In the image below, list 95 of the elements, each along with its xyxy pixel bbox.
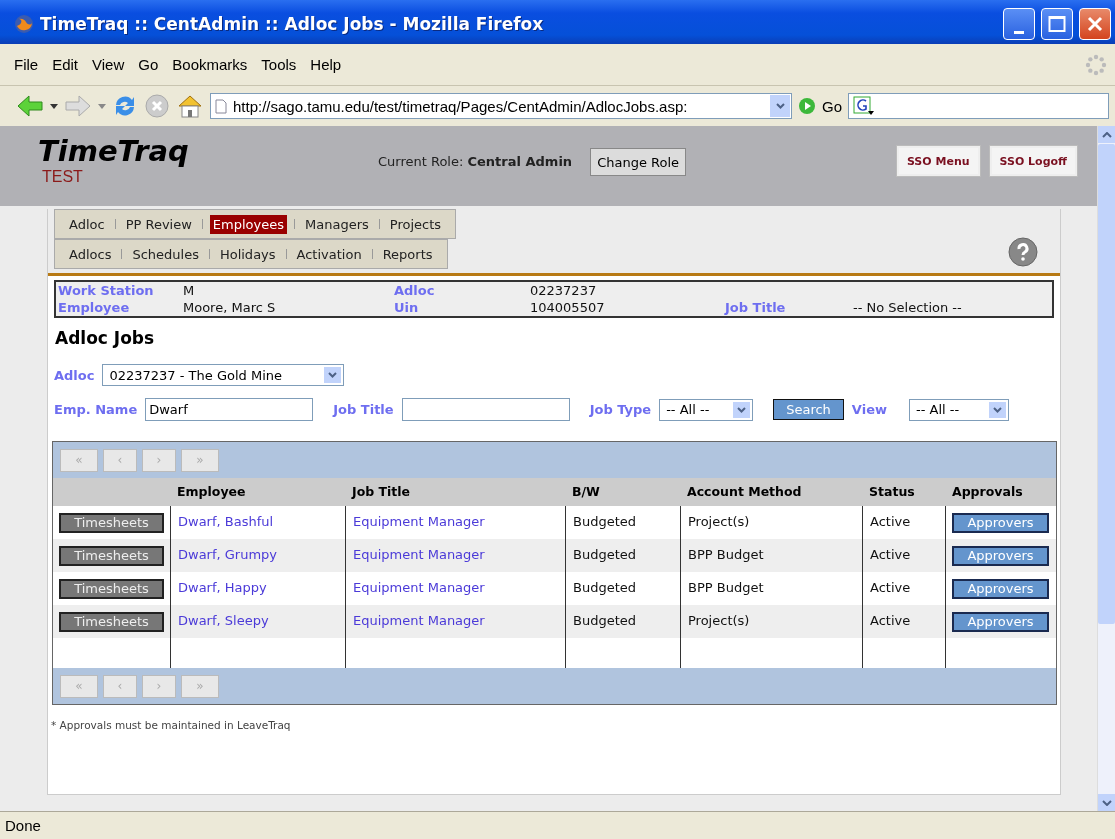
employee-link[interactable]: Dwarf, Grumpy — [170, 539, 345, 572]
timesheets-button[interactable]: Timesheets — [59, 545, 164, 566]
caret-icon — [775, 103, 785, 109]
info-label: Work Station — [58, 283, 155, 298]
menu-item[interactable]: Tools — [255, 56, 305, 73]
nav-tab[interactable]: Schedules — [129, 244, 202, 264]
job-title-link[interactable]: Equipment Manager — [345, 605, 565, 638]
app-logo: TimeTraq — [38, 134, 190, 168]
caret-icon — [737, 406, 747, 413]
footnote: * Approvals must be maintained in LeaveTraq — [51, 719, 292, 731]
maximize-icon — [1048, 15, 1066, 33]
go-icon[interactable] — [798, 97, 816, 115]
close-icon — [1086, 15, 1104, 33]
info-label: Adloc — [394, 283, 436, 298]
maximize-button[interactable] — [1041, 8, 1073, 40]
view-select[interactable]: -- All -- — [908, 398, 1009, 421]
emp-name-field[interactable]: Dwarf — [145, 398, 314, 421]
column-header: Status — [862, 478, 945, 506]
job-type-select[interactable]: -- All -- — [659, 398, 754, 421]
field-label: View — [851, 402, 887, 417]
table-cell: Budgeted — [565, 605, 680, 638]
menu-item[interactable]: Go — [132, 56, 167, 73]
menu-item[interactable]: Help — [304, 56, 350, 73]
dropdown-button[interactable] — [770, 95, 790, 117]
home-icon[interactable] — [176, 93, 204, 119]
scroll-thumb[interactable] — [1098, 144, 1115, 624]
info-value: M — [183, 283, 196, 298]
sso-button[interactable]: SSO Menu — [896, 146, 980, 176]
info-value: Moore, Marc S — [183, 300, 277, 315]
field-label: Job Type — [589, 402, 652, 417]
column-header: Job Title — [345, 478, 565, 506]
environment-label: TEST — [42, 168, 84, 186]
window-title: TimeTraq :: CentAdmin :: Adloc Jobs - Mozilla Firefox — [40, 14, 545, 34]
stop-icon[interactable] — [144, 93, 170, 119]
field-label: Job Title — [333, 402, 394, 417]
menu-item[interactable]: Bookmarks — [166, 56, 256, 73]
nav-tab[interactable]: Activation — [293, 244, 365, 264]
info-value: -- No Selection -- — [853, 300, 963, 315]
field-label: Adloc — [54, 367, 95, 383]
url-text: http://sago.tamu.edu/test/timetraq/Pages/CentAdmin/AdlocJobs.asp: — [233, 97, 689, 115]
nav-tab[interactable]: Projects — [386, 214, 445, 234]
status-text: Done — [5, 817, 41, 834]
nav-tab[interactable]: Reports — [379, 244, 436, 264]
job-title-field[interactable] — [401, 398, 570, 421]
table-cell: Project(s) — [680, 605, 862, 638]
close-button[interactable] — [1079, 8, 1111, 40]
page-icon — [215, 98, 227, 114]
caret-icon[interactable] — [50, 103, 58, 109]
throbber-icon — [1085, 53, 1107, 76]
column-header: Employee — [170, 478, 345, 506]
page-title: Adloc Jobs — [55, 328, 156, 348]
go-link[interactable]: Go — [822, 97, 842, 115]
info-value: 104005507 — [530, 300, 606, 315]
timesheets-button[interactable]: Timesheets — [59, 578, 164, 599]
help-icon[interactable] — [1008, 237, 1038, 267]
menu-item[interactable]: Edit — [46, 56, 87, 73]
table-cell: Active — [862, 605, 945, 638]
column-header: Approvals — [945, 478, 1056, 506]
menu-item[interactable]: View — [86, 56, 133, 73]
info-label: Job Title — [725, 300, 787, 315]
nav-tab[interactable]: Adloc — [66, 214, 108, 234]
browser-logo-icon — [14, 14, 34, 34]
sso-button[interactable]: SSO Logoff — [989, 146, 1077, 176]
nav-tab[interactable]: PP Review — [122, 214, 195, 234]
minimize-icon — [1014, 30, 1024, 34]
table-cell: Active — [862, 539, 945, 572]
nav-tab[interactable]: Holidays — [216, 244, 279, 264]
nav-tab[interactable]: Employees — [209, 214, 287, 234]
table-cell: BPP Budget — [680, 539, 862, 572]
timesheets-button[interactable]: Timesheets — [59, 512, 164, 533]
nav-tab[interactable]: Adlocs — [66, 244, 115, 264]
adloc-select[interactable]: 02237237 - The Gold Mine — [102, 364, 345, 386]
minimize-button[interactable] — [1003, 8, 1035, 40]
search-engine-icon — [853, 96, 875, 116]
back-icon[interactable] — [16, 94, 44, 118]
current-role-text: Current Role: Central Admin — [378, 154, 573, 169]
field-label: Emp. Name — [54, 402, 138, 417]
job-title-link[interactable]: Equipment Manager — [345, 539, 565, 572]
column-header: B/W — [565, 478, 680, 506]
menu-item[interactable]: File — [8, 56, 47, 73]
caret-icon — [992, 406, 1002, 413]
table-cell: Budgeted — [565, 539, 680, 572]
nav-tab[interactable]: Managers — [302, 214, 372, 234]
scroll-down-icon[interactable] — [1098, 794, 1115, 811]
address-field[interactable]: http://sago.tamu.edu/test/timetraq/Pages/CentAdmin/AdlocJobs.asp: — [210, 93, 792, 119]
info-label: Uin — [394, 300, 420, 315]
scroll-up-icon[interactable] — [1098, 126, 1115, 143]
search-field[interactable] — [848, 93, 1109, 119]
caret-icon — [328, 372, 338, 378]
employee-link[interactable]: Dwarf, Sleepy — [170, 605, 345, 638]
column-header: Account Method — [680, 478, 862, 506]
change-role-button[interactable]: Change Role — [590, 148, 687, 176]
info-label: Employee — [58, 300, 131, 315]
info-value: 02237237 — [530, 283, 598, 298]
timesheets-button[interactable]: Timesheets — [59, 611, 164, 632]
